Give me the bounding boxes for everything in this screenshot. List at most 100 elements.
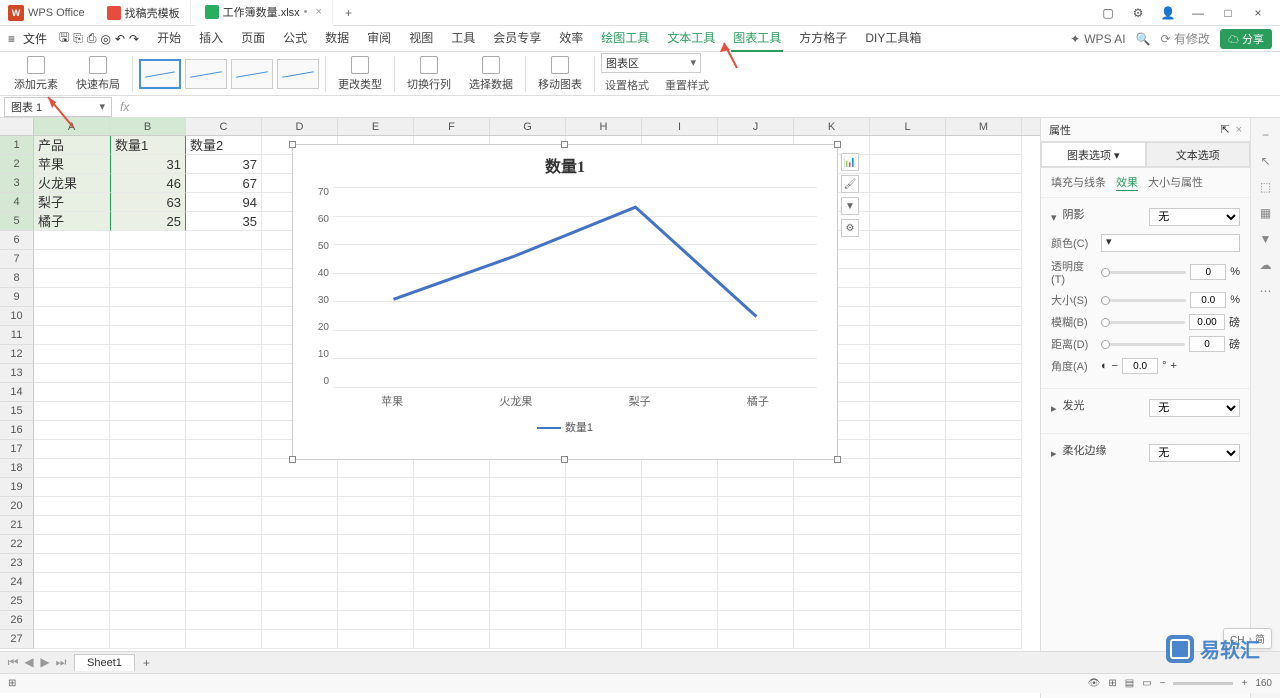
reading-view-icon[interactable]: ▭ [1142,678,1151,689]
cell[interactable] [34,459,110,478]
row-header[interactable]: 8 [0,269,34,288]
select-all-corner[interactable] [0,118,34,135]
menu-insert[interactable]: 插入 [197,25,225,52]
col-header-m[interactable]: M [946,118,1022,135]
minus-icon[interactable]: − [1257,126,1275,144]
cell[interactable] [718,478,794,497]
cell[interactable] [870,383,946,402]
cell[interactable] [718,554,794,573]
cell[interactable] [566,611,642,630]
cell[interactable] [338,497,414,516]
cell[interactable] [490,592,566,611]
cell[interactable] [870,345,946,364]
cell[interactable] [490,516,566,535]
settings-icon[interactable]: ⚙ [1124,3,1152,23]
cell[interactable] [186,345,262,364]
cell[interactable] [642,459,718,478]
row-header[interactable]: 7 [0,250,34,269]
cell[interactable] [794,459,870,478]
close-button[interactable]: × [1244,3,1272,23]
backup-icon[interactable]: ☁ [1257,256,1275,274]
chart-area-dropdown[interactable]: 图表区 ▾ [601,53,701,73]
cell[interactable] [946,212,1022,231]
col-header-k[interactable]: K [794,118,870,135]
cell[interactable] [946,155,1022,174]
row-header[interactable]: 18 [0,459,34,478]
zoom-out-button[interactable]: − [1160,678,1166,689]
cell[interactable] [946,440,1022,459]
cell[interactable] [718,535,794,554]
cell[interactable] [946,250,1022,269]
chart-style-button[interactable]: 🖌 [841,175,859,193]
cell[interactable] [870,497,946,516]
cell[interactable] [262,478,338,497]
cell[interactable] [110,573,186,592]
cell[interactable] [642,535,718,554]
cell[interactable] [34,250,110,269]
cell[interactable] [946,573,1022,592]
cell[interactable] [110,554,186,573]
cell[interactable] [870,307,946,326]
cell[interactable] [186,307,262,326]
cell[interactable] [110,402,186,421]
cell[interactable] [870,288,946,307]
menu-start[interactable]: 开始 [155,25,183,52]
cell[interactable] [338,592,414,611]
transparency-slider[interactable] [1101,271,1186,274]
cell[interactable] [870,402,946,421]
cell[interactable] [946,174,1022,193]
row-header[interactable]: 1 [0,136,34,155]
cell[interactable] [946,364,1022,383]
col-header-c[interactable]: C [186,118,262,135]
select-icon[interactable]: ↖ [1257,152,1275,170]
fx-icon[interactable]: fx [112,100,137,114]
cell[interactable]: 63 [110,193,186,212]
cell[interactable] [186,535,262,554]
cell[interactable] [34,478,110,497]
menu-page[interactable]: 页面 [239,25,267,52]
move-chart-button[interactable]: 移动图表 [532,54,588,94]
sheet-first-button[interactable]: ⏮ [6,655,20,670]
cell[interactable] [794,611,870,630]
cell[interactable] [946,136,1022,155]
cell[interactable] [718,459,794,478]
cell[interactable] [566,497,642,516]
menu-diy[interactable]: DIY工具箱 [863,25,923,52]
cell[interactable] [794,554,870,573]
cell[interactable] [34,421,110,440]
cell[interactable] [110,326,186,345]
maximize-button[interactable]: □ [1214,3,1242,23]
cell[interactable] [186,478,262,497]
cell[interactable] [186,250,262,269]
cell[interactable] [262,630,338,649]
cell[interactable] [870,459,946,478]
cell[interactable] [186,421,262,440]
chart-object[interactable]: 数量1 706050403020100 苹果火龙果梨子橘子 数量1 📊 🖌 ▼ … [292,144,838,460]
sheet-prev-button[interactable]: ◀ [22,655,36,670]
cell[interactable] [946,478,1022,497]
select-data-button[interactable]: 选择数据 [463,54,519,94]
cell[interactable] [870,136,946,155]
cell[interactable] [110,611,186,630]
subtab-size[interactable]: 大小与属性 [1148,174,1203,191]
cell[interactable] [566,478,642,497]
plus-button[interactable]: + [1171,360,1177,372]
angle-input[interactable] [1122,358,1158,374]
sheet-last-button[interactable]: ⏭ [54,655,68,670]
cell[interactable] [566,516,642,535]
glow-section[interactable]: 发光 [1063,397,1144,413]
row-header[interactable]: 3 [0,174,34,193]
transparency-input[interactable] [1190,264,1226,280]
row-header[interactable]: 22 [0,535,34,554]
cell[interactable] [642,478,718,497]
row-header[interactable]: 20 [0,497,34,516]
cell[interactable] [34,364,110,383]
menu-text-tools[interactable]: 文本工具 [665,25,717,52]
cell[interactable] [34,573,110,592]
cell[interactable] [946,554,1022,573]
view-icon[interactable]: 👁 [1088,678,1101,689]
reset-style-button[interactable]: 重置样式 [661,75,713,95]
cell[interactable] [338,478,414,497]
more-icon[interactable]: ⋯ [1257,282,1275,300]
cell[interactable] [490,459,566,478]
